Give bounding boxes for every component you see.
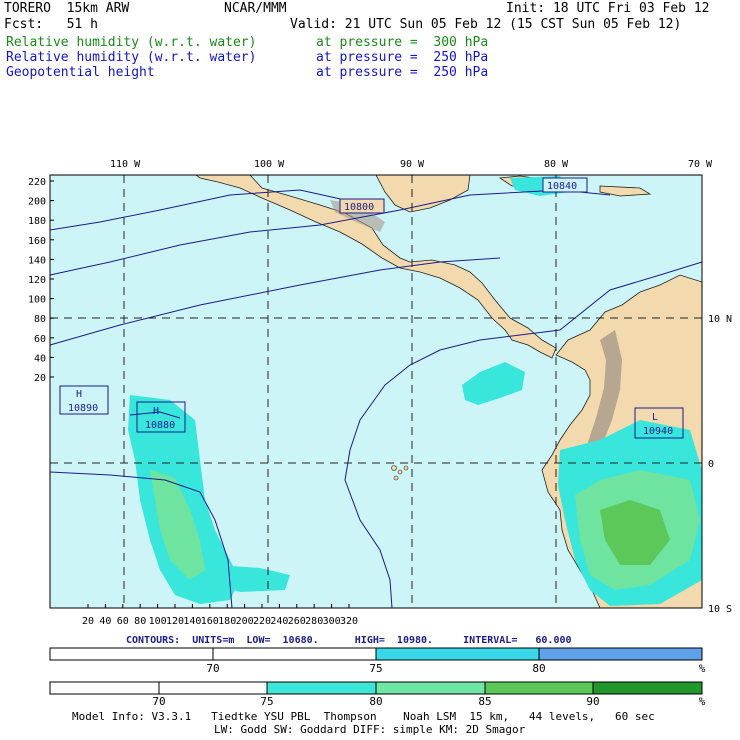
y-tick-label: 80 [34, 314, 46, 325]
svg-text:10800: 10800 [344, 202, 374, 213]
high-center-1-type: H [76, 389, 82, 400]
colorbar-2-label: 75 [260, 695, 273, 708]
x-tick-label: 60 [117, 616, 129, 627]
contour-label-10800: 10800 [339, 198, 385, 214]
center-name: NCAR/MMM [224, 1, 287, 16]
field-2-name: Relative humidity (w.r.t. water) [6, 50, 257, 65]
x-tick-label: 40 [99, 616, 111, 627]
colorbar-2: 70 75 80 85 90 % [49, 681, 706, 708]
x-tick-label: 200 [236, 616, 254, 627]
y-tick-label: 120 [28, 275, 46, 286]
model-info: Model Info: V3.3.1 Tiedtke YSU PBL Thomp… [72, 710, 655, 723]
y-tick-label: 60 [34, 334, 46, 345]
lat-labels: 10 N 0 10 S [708, 314, 732, 615]
high-center-2-type: H [153, 406, 159, 417]
contour-label-10840: 10840 [542, 177, 588, 193]
colorbar-2-label: 85 [478, 695, 491, 708]
x-tick-label: 180 [218, 616, 236, 627]
field-1-level: at pressure = 300 hPa [316, 35, 489, 50]
x-tick-label: 320 [340, 616, 358, 627]
field-3-level: at pressure = 250 hPa [316, 65, 489, 80]
y-tick-label: 100 [28, 295, 46, 306]
lon-label: 80 W [544, 159, 569, 170]
y-tick-label: 140 [28, 255, 46, 266]
y-tick-label: 220 [28, 177, 46, 188]
low-center-1-type: L [652, 412, 658, 423]
lat-label: 10 S [708, 604, 732, 615]
colorbar-1: 70 75 80 % [49, 647, 706, 675]
x-tick-label: 280 [305, 616, 323, 627]
field-3-name: Geopotential height [6, 65, 155, 80]
colorbar-1-label: 70 [206, 662, 219, 675]
field-1-name: Relative humidity (w.r.t. water) [6, 35, 257, 50]
forecast-hour: Fcst: 51 h [4, 17, 98, 32]
colorbar-1-label: 80 [532, 662, 545, 675]
colorbar-2-label: 90 [586, 695, 599, 708]
colorbar-1-label: 75 [369, 662, 382, 675]
colorbar-1-unit: % [699, 662, 706, 675]
x-tick-label: 260 [288, 616, 306, 627]
low-center-1-value: 10940 [643, 426, 673, 437]
lat-label: 0 [708, 459, 714, 470]
lon-label: 70 W [688, 159, 713, 170]
lon-label: 90 W [400, 159, 425, 170]
y-tick-label: 20 [34, 373, 46, 384]
colorbar-2-unit: % [699, 695, 706, 708]
x-tick-label: 20 [82, 616, 94, 627]
x-tick-label: 160 [201, 616, 219, 627]
x-tick-label: 220 [253, 616, 271, 627]
lon-label: 110 W [110, 159, 141, 170]
high-center-2-value: 10880 [145, 420, 175, 431]
x-tick-label: 80 [134, 616, 146, 627]
lon-labels: 110 W 100 W 90 W 80 W 70 W [110, 159, 713, 170]
field-2-level: at pressure = 250 hPa [316, 50, 489, 65]
y-tick-label: 160 [28, 236, 46, 247]
x-tick-label: 140 [183, 616, 201, 627]
contours-info: CONTOURS: UNITS=m LOW= 10680. HIGH= 1098… [126, 635, 572, 646]
high-center-1-value: 10890 [68, 403, 98, 414]
weather-map: H 10890 H 10880 L 10940 10800 10840 110 … [28, 159, 732, 627]
x-tick-label: 100 [149, 616, 167, 627]
x-tick-label: 120 [166, 616, 184, 627]
y-tick-label: 40 [34, 353, 46, 364]
colorbar-2-label: 80 [369, 695, 382, 708]
svg-text:10840: 10840 [547, 181, 577, 192]
init-time: Init: 18 UTC Fri 03 Feb 12 [506, 1, 710, 16]
y-tick-label: 180 [28, 216, 46, 227]
x-tick-label: 240 [270, 616, 288, 627]
lon-label: 100 W [254, 159, 285, 170]
valid-time: Valid: 21 UTC Sun 05 Feb 12 (15 CST Sun … [290, 17, 682, 32]
colorbar-2-label: 70 [152, 695, 165, 708]
lat-label: 10 N [708, 314, 732, 325]
x-tick-label: 300 [323, 616, 341, 627]
model-name: TORERO 15km ARW [4, 1, 130, 16]
y-tick-label: 200 [28, 197, 46, 208]
physics-info: LW: Godd SW: Goddard DIFF: simple KM: 2D… [214, 723, 526, 736]
